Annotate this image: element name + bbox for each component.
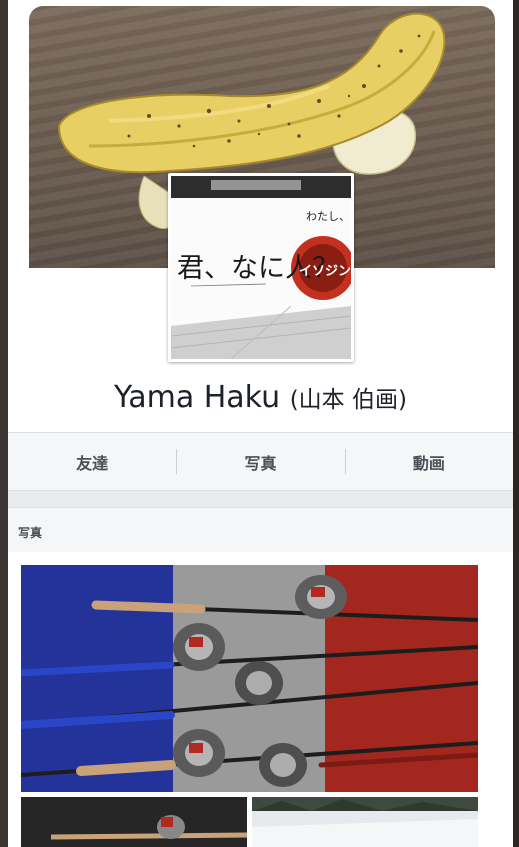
tab-photos[interactable]: 写真 <box>176 433 344 490</box>
window-edge <box>513 0 519 847</box>
rod-photo-image <box>21 797 247 847</box>
snow-photo-image <box>252 797 478 847</box>
alternate-name: (山本 伯画) <box>289 387 407 413</box>
photo-thumbnail[interactable] <box>252 797 478 847</box>
photo-thumbnail[interactable] <box>21 797 247 847</box>
tab-videos[interactable]: 動画 <box>344 433 513 490</box>
section-divider <box>8 491 513 508</box>
display-name: Yama Haku <box>114 380 281 415</box>
tab-friends[interactable]: 友達 <box>8 433 176 490</box>
fishing-reels-image <box>21 565 478 792</box>
photo-thumbnail[interactable] <box>21 565 478 792</box>
photos-section-title: 写真 <box>18 526 43 540</box>
poster-logo-text: イソジン <box>299 264 351 279</box>
photos-section-header <box>8 508 513 552</box>
profile-page: わたし、 君、なに人？ イソジン Yama Haku (山本 伯画) 友達 写真… <box>8 0 513 847</box>
profile-picture-image: わたし、 君、なに人？ イソジン <box>171 176 351 359</box>
profile-picture[interactable]: わたし、 君、なに人？ イソジン <box>168 173 354 362</box>
profile-tabs: 友達 写真 動画 <box>8 432 513 491</box>
poster-small-text: わたし、 <box>306 210 350 223</box>
profile-name: Yama Haku (山本 伯画) <box>8 380 513 415</box>
